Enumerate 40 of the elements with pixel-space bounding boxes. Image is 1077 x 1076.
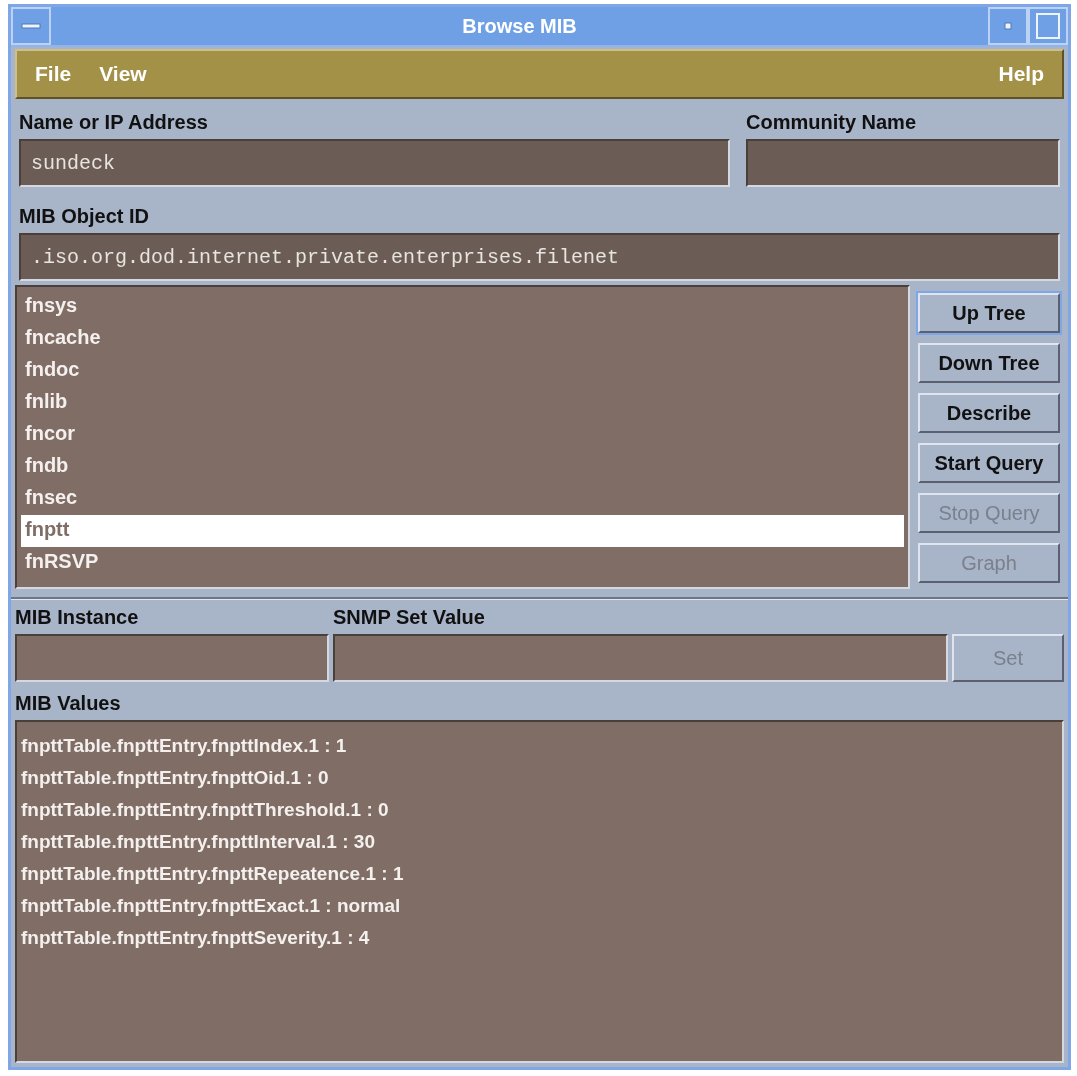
menu-item[interactable]: Help <box>994 58 1048 90</box>
square-icon <box>1036 13 1060 39</box>
tree-item[interactable]: fnRSVP <box>21 547 904 579</box>
field-label: SNMP Set Value <box>333 605 486 630</box>
field-label: MIB Instance <box>15 605 140 630</box>
small-square-icon <box>1004 22 1012 30</box>
window-title: Browse MIB <box>461 14 578 39</box>
tree-button[interactable]: Start Query <box>918 443 1060 483</box>
tree-item[interactable]: fnptt <box>21 515 904 547</box>
host-field[interactable]: sundeck <box>19 139 730 187</box>
field-label: Name or IP Address <box>19 110 209 135</box>
field-label: MIB Values <box>15 691 122 716</box>
set-value-field[interactable] <box>333 634 948 682</box>
tree-item[interactable]: fndb <box>21 451 904 483</box>
tree-button[interactable]: Up Tree <box>918 293 1060 333</box>
tree-item[interactable]: fncache <box>21 323 904 355</box>
instance-field[interactable] <box>15 634 329 682</box>
window-menu-button[interactable] <box>11 7 51 45</box>
menu-item[interactable]: File <box>31 58 76 90</box>
value-line: fnpttTable.fnpttEntry.fnpttThreshold.1 : 0 <box>21 798 390 822</box>
value-line: fnpttTable.fnpttEntry.fnpttExact.1 : normal <box>21 894 402 918</box>
object-id-field[interactable]: .iso.org.dod.internet.private.enterprises.filenet <box>19 233 1060 281</box>
tree-list[interactable]: fnsys fncache fndoc fnlib fncor fndb fnsec fnptt fnRSVP <box>15 285 910 589</box>
menu-bar-icon <box>21 22 41 30</box>
tree-item[interactable]: fnsys <box>21 291 904 323</box>
tree-item[interactable]: fnlib <box>21 387 904 419</box>
tree-item[interactable]: fndoc <box>21 355 904 387</box>
value-line: fnpttTable.fnpttEntry.fnpttRepeatence.1 : 1 <box>21 862 405 886</box>
tree-item[interactable]: fnsec <box>21 483 904 515</box>
value-line: fnpttTable.fnpttEntry.fnpttInterval.1 : 30 <box>21 830 376 854</box>
value-line: fnpttTable.fnpttEntry.fnpttSeverity.1 : 4 <box>21 926 371 950</box>
tree-button[interactable]: Down Tree <box>918 343 1060 383</box>
value-line: fnpttTable.fnpttEntry.fnpttIndex.1 : 1 <box>21 734 348 758</box>
tree-item[interactable]: fncor <box>21 419 904 451</box>
value-line: fnpttTable.fnpttEntry.fnpttOid.1 : 0 <box>21 766 330 790</box>
community-field[interactable] <box>746 139 1060 187</box>
tree-button[interactable]: Describe <box>918 393 1060 433</box>
menu-item[interactable]: View <box>95 58 151 90</box>
field-label: MIB Object ID <box>19 204 150 229</box>
field-label: Community Name <box>746 110 918 135</box>
